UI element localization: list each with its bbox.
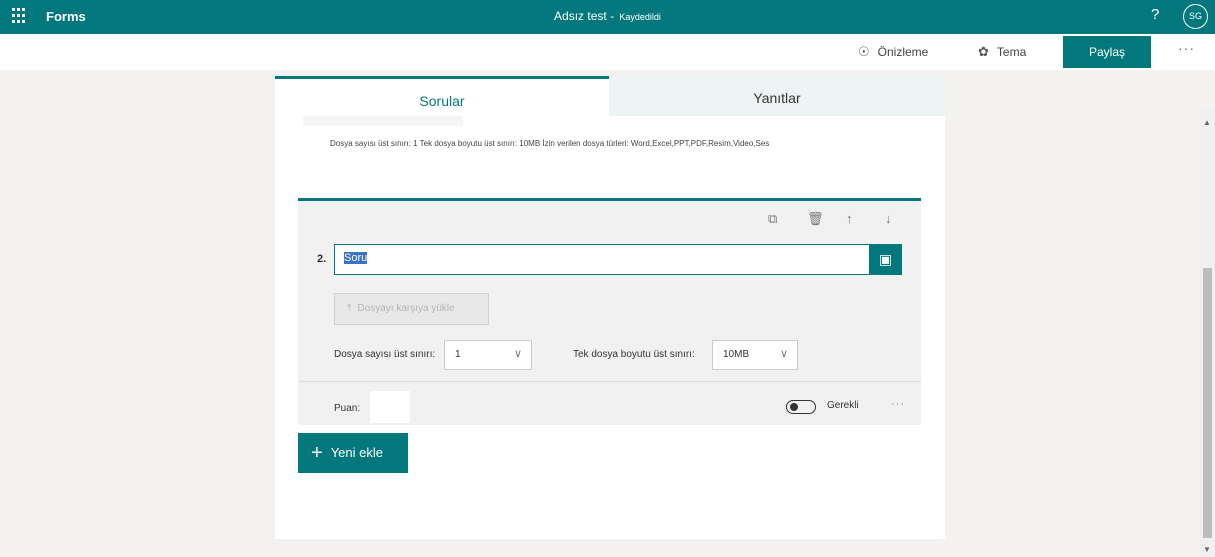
question-number: 2. (317, 253, 327, 265)
title-separator: - (606, 9, 618, 23)
avatar[interactable]: SG (1183, 4, 1208, 29)
theme-label: Tema (996, 45, 1027, 59)
palette-icon: ✿ (978, 44, 989, 59)
question-more-icon[interactable]: ··· (891, 398, 905, 410)
required-label: Gerekli (827, 400, 859, 411)
points-label: Puan: (334, 403, 361, 414)
copy-icon[interactable]: ⧉ (768, 211, 777, 227)
eye-icon: ☉ (858, 44, 870, 59)
question-title-value: Soru (344, 252, 368, 264)
tab-responses[interactable]: Yanıtlar (609, 76, 945, 116)
previous-question-file-info: Dosya sayısı üst sınırı: 1 Tek dosya boy… (330, 139, 770, 148)
add-new-button[interactable]: + Yeni ekle (298, 433, 408, 473)
theme-button[interactable]: ✿ Tema (978, 44, 1026, 60)
chevron-down-icon: ∨ (779, 348, 788, 360)
toggle-knob (790, 403, 798, 411)
arrow-down-icon[interactable]: ↓ (885, 211, 892, 226)
share-button[interactable]: Paylaş (1063, 36, 1151, 68)
add-new-label: Yeni ekle (330, 445, 383, 460)
tab-questions[interactable]: Sorular (275, 76, 609, 116)
previous-question-remnant (303, 116, 463, 126)
preview-label: Önizleme (877, 45, 929, 59)
upload-icon: ⤒ (347, 303, 352, 314)
help-button[interactable]: ? (1151, 6, 1159, 23)
required-toggle[interactable] (786, 400, 816, 414)
chevron-down-icon: ∨ (513, 348, 522, 360)
upload-label: Dosyayı karşıya yükle (357, 303, 455, 314)
plus-icon: + (311, 442, 323, 464)
document-title: Adsız test - Kaydedildi (0, 9, 1215, 23)
question-editor: ⧉ 🗑 ↑ ↓ 2. Soru ▣ ⤒ Dosyayı karşıya yükle… (298, 198, 921, 425)
command-bar: ☉ Önizleme ✿ Tema Paylaş ··· (0, 34, 1215, 70)
max-files-label: Dosya sayısı üst sınırı: (334, 349, 436, 360)
question-title-input[interactable]: Soru (334, 244, 870, 275)
top-bar: Forms Adsız test - Kaydedildi ? SG (0, 0, 1215, 34)
save-status: Kaydedildi (619, 12, 661, 22)
scroll-down-icon[interactable]: ▼ (1203, 545, 1211, 554)
form-editor-card: Sorular Yanıtlar Dosya sayısı üst sınırı… (275, 76, 945, 539)
max-size-value: 10MB (723, 349, 750, 360)
scroll-up-icon[interactable]: ▲ (1203, 118, 1211, 127)
max-size-label: Tek dosya boyutu üst sınırı: (573, 349, 695, 360)
more-options-icon[interactable]: ··· (1178, 40, 1195, 56)
arrow-up-icon[interactable]: ↑ (846, 211, 853, 226)
max-size-dropdown[interactable]: 10MB ∨ (712, 340, 798, 370)
upload-file-button: ⤒ Dosyayı karşıya yükle (334, 293, 489, 325)
form-name[interactable]: Adsız test (554, 9, 607, 23)
divider (298, 381, 921, 382)
scrollbar-thumb[interactable] (1203, 268, 1212, 538)
trash-icon[interactable]: 🗑 (807, 211, 824, 227)
max-files-dropdown[interactable]: 1 ∨ (444, 340, 532, 370)
preview-button[interactable]: ☉ Önizleme (858, 44, 928, 60)
points-input[interactable] (370, 391, 410, 423)
max-files-value: 1 (455, 349, 461, 360)
image-icon[interactable]: ▣ (869, 244, 902, 275)
